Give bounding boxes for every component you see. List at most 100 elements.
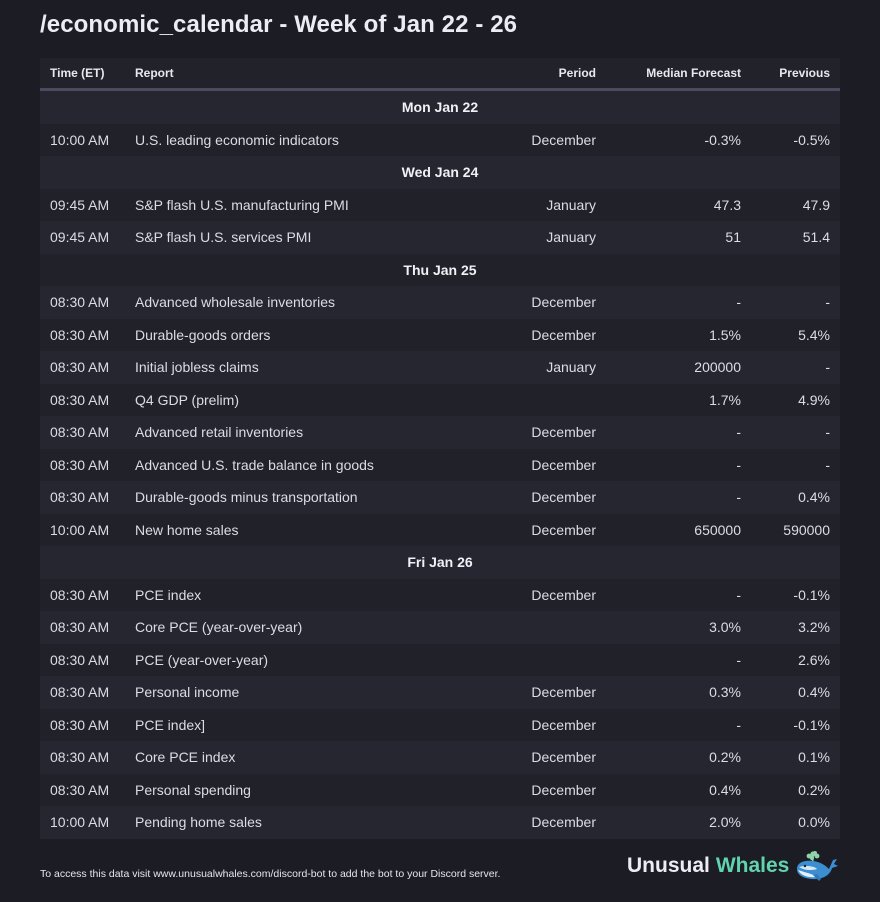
cell-previous: 0.4%	[798, 684, 830, 701]
table-row: 08:30 AM Durable-goods minus transportati…	[40, 481, 840, 514]
table-row: 10:00 AM New home sales December 650000 5900…	[40, 513, 840, 546]
table-row: 08:30 AM Advanced retail inventories Decem…	[40, 416, 840, 449]
header-period: Period	[558, 66, 596, 80]
header-previous: Previous	[779, 66, 830, 80]
cell-median-forecast: 650000	[694, 521, 741, 538]
day-group-header: Thu Jan 25	[40, 253, 840, 286]
cell-time: 08:30 AM	[50, 716, 110, 733]
cell-median-forecast: 200000	[694, 359, 741, 376]
cell-time: 08:30 AM	[50, 586, 110, 603]
cell-median-forecast: 2.0%	[709, 814, 741, 831]
header-report: Report	[135, 66, 174, 80]
cell-median-forecast: 47.3	[713, 196, 741, 213]
cell-report: PCE (year-over-year)	[135, 651, 269, 668]
cell-report: PCE index	[135, 586, 202, 603]
brand-name-part2: Whales	[715, 854, 790, 877]
cell-time: 10:00 AM	[50, 814, 110, 831]
cell-previous: -	[825, 359, 830, 376]
day-label: Wed Jan 24	[401, 164, 479, 181]
cell-median-forecast: 3.0%	[709, 619, 741, 636]
cell-median-forecast: 0.4%	[709, 781, 741, 798]
cell-previous: 0.1%	[798, 749, 830, 766]
cell-time: 08:30 AM	[50, 619, 110, 636]
cell-period: December	[531, 294, 596, 311]
cell-time: 08:30 AM	[50, 391, 110, 408]
cell-median-forecast: -	[736, 586, 741, 603]
cell-previous: 51.4	[802, 229, 830, 246]
cell-period: December	[531, 131, 596, 148]
day-label: Fri Jan 26	[407, 554, 473, 571]
cell-median-forecast: -	[736, 651, 741, 668]
cell-previous: 5.4%	[798, 326, 830, 343]
cell-previous: -0.1%	[793, 586, 830, 603]
cell-previous: 47.9	[802, 196, 830, 213]
day-label: Mon Jan 22	[401, 99, 479, 116]
footer-note: To access this data visit www.unusualwha…	[40, 868, 501, 880]
cell-report: Durable-goods orders	[135, 326, 271, 343]
cell-period: January	[546, 196, 596, 213]
cell-median-forecast: -	[736, 716, 741, 733]
table-row: 08:30 AM Advanced wholesale inventories De…	[40, 286, 840, 319]
cell-median-forecast: -	[736, 424, 741, 441]
brand-name-part1: Unusual	[627, 854, 710, 877]
cell-median-forecast: 0.2%	[709, 749, 741, 766]
day-label: Thu Jan 25	[403, 261, 477, 278]
cell-period: December	[531, 326, 596, 343]
cell-period: December	[531, 781, 596, 798]
cell-period: December	[531, 424, 596, 441]
cell-previous: 0.0%	[798, 814, 830, 831]
cell-previous: 0.4%	[798, 489, 830, 506]
table-row: 08:30 AM PCE index] December - -0.1%	[40, 708, 840, 741]
cell-period: December	[531, 521, 596, 538]
cell-report: Personal spending	[135, 781, 251, 798]
cell-time: 09:45 AM	[50, 229, 110, 246]
cell-time: 08:30 AM	[50, 781, 110, 798]
table-row: 08:30 AM Q4 GDP (prelim) 1.7% 4.9%	[40, 383, 840, 416]
cell-time: 08:30 AM	[50, 424, 110, 441]
cell-previous: -	[825, 456, 830, 473]
cell-report: U.S. leading economic indicators	[135, 131, 339, 148]
cell-period: December	[531, 456, 596, 473]
cell-report: Core PCE index	[135, 749, 236, 766]
table-row: 08:30 AM Advanced U.S. trade balance in g…	[40, 448, 840, 481]
cell-report: Advanced wholesale inventories	[135, 294, 336, 311]
cell-time: 08:30 AM	[50, 749, 110, 766]
table-header: Time (ET) Report Period Median Forecast …	[40, 58, 840, 88]
cell-median-forecast: -	[736, 456, 741, 473]
cell-report: Pending home sales	[135, 814, 262, 831]
page-title: /economic_calendar - Week of Jan 22 - 26	[40, 11, 518, 38]
cell-report: New home sales	[135, 521, 239, 538]
table-row: 08:30 AM PCE (year-over-year) - 2.6%	[40, 643, 840, 676]
cell-period: December	[531, 586, 596, 603]
cell-median-forecast: -0.3%	[704, 131, 741, 148]
cell-median-forecast: -	[736, 294, 741, 311]
cell-report: Durable-goods minus transportation	[135, 489, 358, 506]
cell-previous: 590000	[783, 521, 830, 538]
cell-report: Advanced retail inventories	[135, 424, 304, 441]
table-row: 08:30 AM Initial jobless claims January 200…	[40, 351, 840, 384]
cell-report: PCE index]	[135, 716, 206, 733]
whale-icon	[797, 851, 839, 881]
table-row: 10:00 AM U.S. leading economic indicators…	[40, 123, 840, 156]
table-row: 10:00 AM Pending home sales December 2.0% 0.…	[40, 806, 840, 839]
cell-median-forecast: 1.7%	[709, 391, 741, 408]
cell-report: Advanced U.S. trade balance in goods	[135, 456, 374, 473]
cell-report: Initial jobless claims	[135, 359, 259, 376]
cell-period: December	[531, 716, 596, 733]
cell-period: January	[546, 359, 596, 376]
table-row: 09:45 AM S&P flash U.S. manufacturing PMI…	[40, 188, 840, 221]
cell-median-forecast: -	[736, 489, 741, 506]
cell-median-forecast: 51	[725, 229, 741, 246]
day-group-header: Mon Jan 22	[40, 91, 840, 124]
cell-period: December	[531, 814, 596, 831]
cell-time: 08:30 AM	[50, 651, 110, 668]
cell-median-forecast: 0.3%	[709, 684, 741, 701]
table-row: 08:30 AM Core PCE (year-over-year) 3.0% 3.2…	[40, 611, 840, 644]
cell-time: 10:00 AM	[50, 521, 110, 538]
header-median-forecast: Median Forecast	[646, 66, 741, 80]
cell-previous: -	[825, 424, 830, 441]
cell-previous: 3.2%	[798, 619, 830, 636]
table-row: 08:30 AM PCE index December - -0.1%	[40, 578, 840, 611]
cell-time: 08:30 AM	[50, 326, 110, 343]
table-row: 08:30 AM Personal income December 0.3% 0.4%	[40, 676, 840, 709]
